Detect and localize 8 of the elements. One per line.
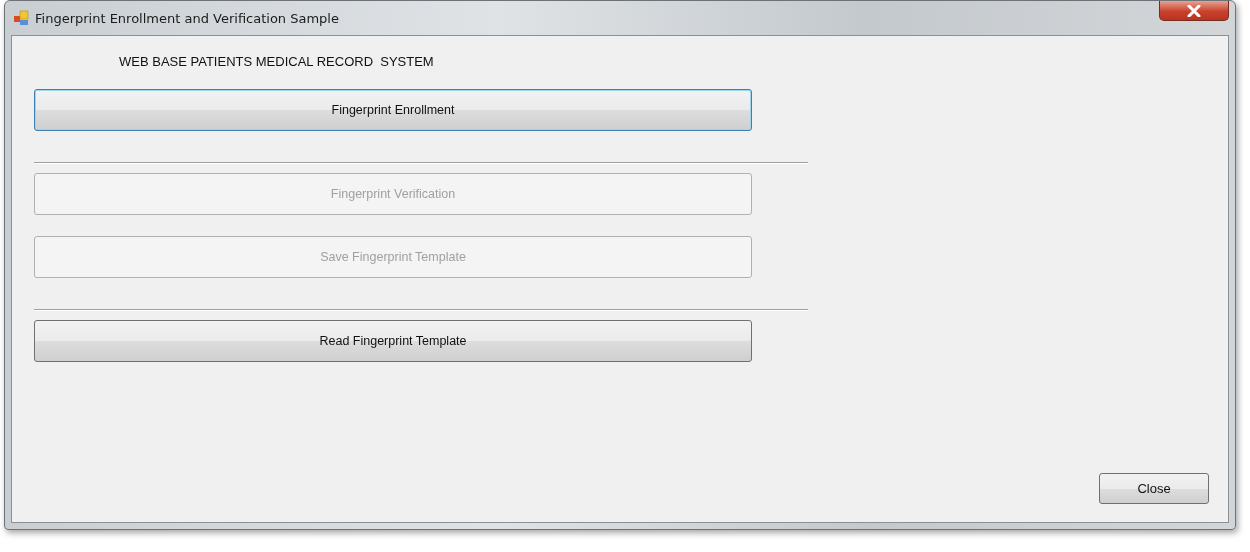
window-title: Fingerprint Enrollment and Verification Sample xyxy=(35,10,339,26)
close-window-button[interactable] xyxy=(1159,1,1229,21)
action-button[interactable]: Read Fingerprint Template xyxy=(34,320,752,362)
app-icon xyxy=(13,10,29,26)
close-icon xyxy=(1187,4,1201,17)
close-button[interactable]: Close xyxy=(1099,473,1209,504)
action-button[interactable]: Fingerprint Enrollment xyxy=(34,89,752,131)
system-heading: WEB BASE PATIENTS MEDICAL RECORD SYSTEM xyxy=(119,54,435,69)
